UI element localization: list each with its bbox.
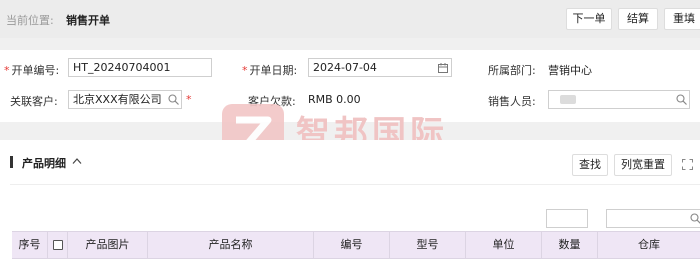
- customer-label: 关联客户:: [10, 95, 58, 108]
- customer-value: 北京XXX有限公司: [73, 93, 162, 106]
- col-warehouse[interactable]: 仓库: [598, 232, 700, 258]
- col-select-all[interactable]: [48, 232, 68, 258]
- calendar-icon[interactable]: [438, 63, 448, 73]
- sales-person-label: 销售人员:: [488, 95, 536, 108]
- search-icon[interactable]: [676, 94, 687, 105]
- customer-field[interactable]: 北京XXX有限公司: [68, 90, 182, 109]
- col-unit[interactable]: 单位: [466, 232, 542, 258]
- department-label: 所属部门:: [488, 64, 536, 77]
- col-quantity[interactable]: 数量: [542, 232, 598, 258]
- col-product-name[interactable]: 产品名称: [148, 232, 314, 258]
- search-input[interactable]: [606, 209, 700, 228]
- debt-label: 客户欠款:: [248, 95, 296, 108]
- order-no-label-text: 开单编号:: [11, 64, 60, 77]
- order-no-label: * 开单编号:: [4, 62, 59, 78]
- settle-button[interactable]: 结算: [618, 8, 658, 30]
- find-button[interactable]: 查找: [572, 154, 608, 176]
- table-header: 序号 产品图片 产品名称 编号 型号 单位 数量 仓库: [12, 231, 700, 259]
- col-product-image[interactable]: 产品图片: [68, 232, 148, 258]
- select-all-checkbox[interactable]: [52, 240, 63, 250]
- order-date-value: 2024-07-04: [313, 61, 377, 74]
- section-divider: [10, 184, 700, 185]
- col-model[interactable]: 型号: [390, 232, 466, 258]
- fullscreen-icon[interactable]: [682, 159, 693, 170]
- section-title: 产品明细: [22, 157, 66, 170]
- chevron-up-icon[interactable]: [72, 157, 82, 165]
- order-date-field[interactable]: 2024-07-04: [308, 58, 452, 77]
- col-code[interactable]: 编号: [314, 232, 390, 258]
- order-date-label-text: 开单日期:: [249, 64, 298, 77]
- breadcrumb-label: 当前位置:: [6, 14, 54, 27]
- search-icon[interactable]: [168, 94, 179, 105]
- filter-input[interactable]: [546, 209, 588, 228]
- required-mark: *: [186, 93, 192, 106]
- required-mark: *: [4, 64, 10, 77]
- reset-column-width-button[interactable]: 列宽重置: [614, 154, 672, 176]
- order-form: * 开单编号: HT_20240704001 * 开单日期: 2024-07-04 …: [0, 50, 700, 122]
- page-title: 销售开单: [66, 14, 110, 27]
- product-detail-section: 产品明细 查找 列宽重置 序号 产品图片 产品名称 编号 型号 单位 数量 仓库: [0, 140, 700, 272]
- search-icon[interactable]: [690, 213, 700, 224]
- debt-value: RMB 0.00: [308, 93, 361, 106]
- department-value: 营销中心: [548, 64, 592, 77]
- top-bar: 当前位置: 销售开单 下一单 结算 重填: [0, 0, 700, 38]
- col-index[interactable]: 序号: [12, 232, 48, 258]
- refill-button[interactable]: 重填: [664, 8, 700, 30]
- next-order-button[interactable]: 下一单: [566, 8, 612, 30]
- section-marker: [10, 156, 13, 168]
- order-date-label: * 开单日期:: [242, 62, 297, 78]
- blurred-name: [560, 95, 576, 104]
- order-no-field[interactable]: HT_20240704001: [68, 58, 212, 77]
- required-mark: *: [242, 64, 248, 77]
